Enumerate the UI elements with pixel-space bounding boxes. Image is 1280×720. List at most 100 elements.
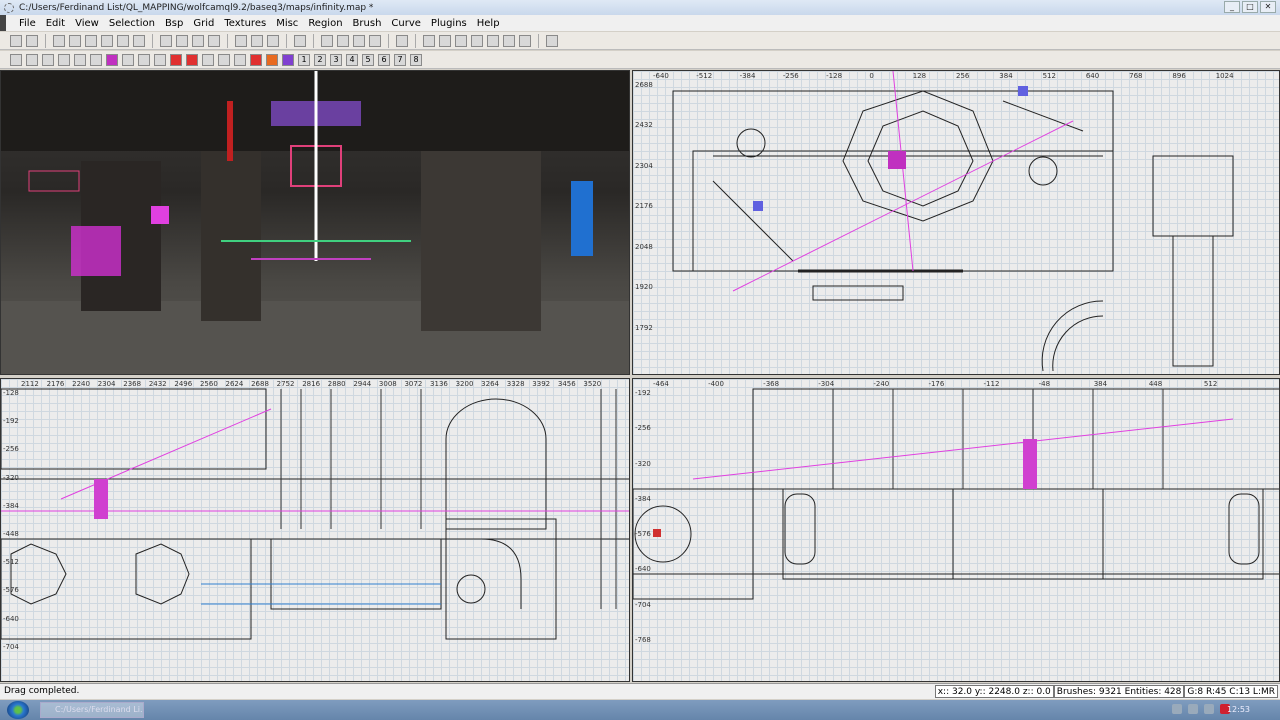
xz-y-tick: -512 bbox=[3, 558, 19, 567]
toolbar-g6-icon[interactable] bbox=[90, 53, 102, 66]
top-xy-view[interactable]: -640 -512 -384 -256 -128 0 128 256 384 512 640 768 8… bbox=[632, 70, 1280, 375]
view-x-icon[interactable] bbox=[337, 34, 349, 47]
grid-size-3-button[interactable]: 3 bbox=[330, 53, 342, 66]
toolbar-g17-icon[interactable] bbox=[266, 53, 278, 66]
csg-merge-icon[interactable] bbox=[176, 34, 188, 47]
menu-selection[interactable]: Selection bbox=[104, 18, 160, 29]
toolbar-g3-icon[interactable] bbox=[42, 53, 54, 66]
rotate-y-icon[interactable] bbox=[101, 34, 113, 47]
toolbar-separator bbox=[152, 33, 153, 48]
menu-edit[interactable]: Edit bbox=[41, 18, 70, 29]
toolbar-g12-icon[interactable] bbox=[186, 53, 198, 66]
plugin-icon[interactable] bbox=[546, 34, 558, 47]
grid-size-5-button[interactable]: 5 bbox=[362, 53, 374, 66]
toolbar-g11-icon[interactable] bbox=[170, 53, 182, 66]
scale-icon[interactable] bbox=[423, 34, 435, 47]
grid-size-7-button[interactable]: 7 bbox=[394, 53, 406, 66]
system-tray bbox=[1172, 704, 1230, 714]
yz-y-tick: -256 bbox=[635, 424, 651, 433]
toolbar-g14-icon[interactable] bbox=[218, 53, 230, 66]
tray-icon[interactable] bbox=[1188, 704, 1198, 714]
menu-misc[interactable]: Misc bbox=[271, 18, 303, 29]
close-button[interactable]: ✕ bbox=[1260, 1, 1276, 13]
view-xy-icon[interactable] bbox=[321, 34, 333, 47]
toolbar-g7-icon[interactable] bbox=[106, 53, 118, 66]
toolbar-g8-icon[interactable] bbox=[122, 53, 134, 66]
brush-2-icon[interactable] bbox=[487, 34, 499, 47]
menu-help[interactable]: Help bbox=[472, 18, 505, 29]
menu-bsp[interactable]: Bsp bbox=[160, 18, 188, 29]
maximize-button[interactable]: □ bbox=[1242, 1, 1258, 13]
xz-x-tick: 2112 bbox=[21, 380, 39, 388]
rotate-x-icon[interactable] bbox=[69, 34, 81, 47]
side-yz-view[interactable]: -464 -400 -368 -304 -240 -176 -112 -48 384 448 512… bbox=[632, 378, 1280, 682]
camera-3d-view[interactable] bbox=[0, 70, 630, 375]
texture-lock-icon[interactable] bbox=[235, 34, 247, 47]
menu-textures[interactable]: Textures bbox=[219, 18, 271, 29]
brush-1-icon[interactable] bbox=[471, 34, 483, 47]
toolbar-g5-icon[interactable] bbox=[74, 53, 86, 66]
tray-icon[interactable] bbox=[1204, 704, 1214, 714]
xz-x-tick: 3008 bbox=[378, 380, 397, 388]
taskbar: C:/Users/Ferdinand Li... 12:53 bbox=[0, 700, 1280, 720]
yz-x-tick: -176 bbox=[928, 380, 945, 388]
toolbar-separator bbox=[286, 33, 287, 48]
toolbar-g15-icon[interactable] bbox=[234, 53, 246, 66]
menu-grid[interactable]: Grid bbox=[188, 18, 219, 29]
view-y-icon[interactable] bbox=[353, 34, 365, 47]
start-button[interactable] bbox=[7, 701, 29, 719]
drag-icon[interactable] bbox=[519, 34, 531, 47]
minimize-button[interactable]: _ bbox=[1224, 1, 1240, 13]
menu-view[interactable]: View bbox=[70, 18, 104, 29]
toolbar-g10-icon[interactable] bbox=[154, 53, 166, 66]
menu-bar: File Edit View Selection Bsp Grid Textures Misc… bbox=[0, 15, 1280, 31]
save-icon[interactable] bbox=[26, 34, 38, 47]
grid-size-8-button[interactable]: 8 bbox=[410, 53, 422, 66]
yz-x-tick: -304 bbox=[818, 380, 835, 388]
flip-y-icon[interactable] bbox=[85, 34, 97, 47]
open-icon[interactable] bbox=[10, 34, 22, 47]
change-views-icon[interactable] bbox=[294, 34, 306, 47]
rotate-icon[interactable] bbox=[439, 34, 451, 47]
select-icon[interactable] bbox=[503, 34, 515, 47]
patch-icon[interactable] bbox=[396, 34, 408, 47]
toolbar-separator bbox=[227, 33, 228, 48]
xy-x-tick: -512 bbox=[696, 72, 713, 80]
camera-icon[interactable] bbox=[251, 34, 263, 47]
translate-icon[interactable] bbox=[455, 34, 467, 47]
xz-x-tick: 3136 bbox=[430, 380, 448, 388]
taskbar-item-radiant[interactable]: C:/Users/Ferdinand Li... bbox=[40, 702, 144, 718]
xz-x-tick: 2816 bbox=[302, 380, 321, 388]
grid-size-2-button[interactable]: 2 bbox=[314, 53, 326, 66]
grid-size-6-button[interactable]: 6 bbox=[378, 53, 390, 66]
xz-x-tick: 2880 bbox=[327, 380, 346, 388]
front-xz-view[interactable]: 2112 2176 2240 2304 2368 2432 2496 2560 2624 2688… bbox=[0, 378, 630, 682]
menu-file[interactable]: File bbox=[14, 18, 41, 29]
hollow-icon[interactable] bbox=[192, 34, 204, 47]
toolbar-g13-icon[interactable] bbox=[202, 53, 214, 66]
clipper-icon[interactable] bbox=[208, 34, 220, 47]
flip-z-icon[interactable] bbox=[117, 34, 129, 47]
xz-y-tick: -704 bbox=[3, 642, 19, 651]
toolbar-g1-icon[interactable] bbox=[10, 53, 22, 66]
cubic-clip-icon[interactable] bbox=[267, 34, 279, 47]
menu-plugins[interactable]: Plugins bbox=[426, 18, 472, 29]
tray-icon[interactable] bbox=[1172, 704, 1182, 714]
rotate-z-icon[interactable] bbox=[133, 34, 145, 47]
toolbar-g4-icon[interactable] bbox=[58, 53, 70, 66]
xz-y-tick: -128 bbox=[3, 389, 19, 397]
flip-x-icon[interactable] bbox=[53, 34, 65, 47]
view-z-icon[interactable] bbox=[369, 34, 381, 47]
yz-x-tick: -240 bbox=[873, 380, 890, 388]
csg-subtract-icon[interactable] bbox=[160, 34, 172, 47]
grid-size-1-button[interactable]: 1 bbox=[298, 53, 310, 66]
xz-x-tick: 2752 bbox=[276, 380, 295, 388]
toolbar-g16-icon[interactable] bbox=[250, 53, 262, 66]
menu-curve[interactable]: Curve bbox=[386, 18, 426, 29]
menu-region[interactable]: Region bbox=[303, 18, 347, 29]
menu-brush[interactable]: Brush bbox=[348, 18, 387, 29]
toolbar-g9-icon[interactable] bbox=[138, 53, 150, 66]
grid-size-4-button[interactable]: 4 bbox=[346, 53, 358, 66]
toolbar-g2-icon[interactable] bbox=[26, 53, 38, 66]
toolbar-g18-icon[interactable] bbox=[282, 53, 294, 66]
